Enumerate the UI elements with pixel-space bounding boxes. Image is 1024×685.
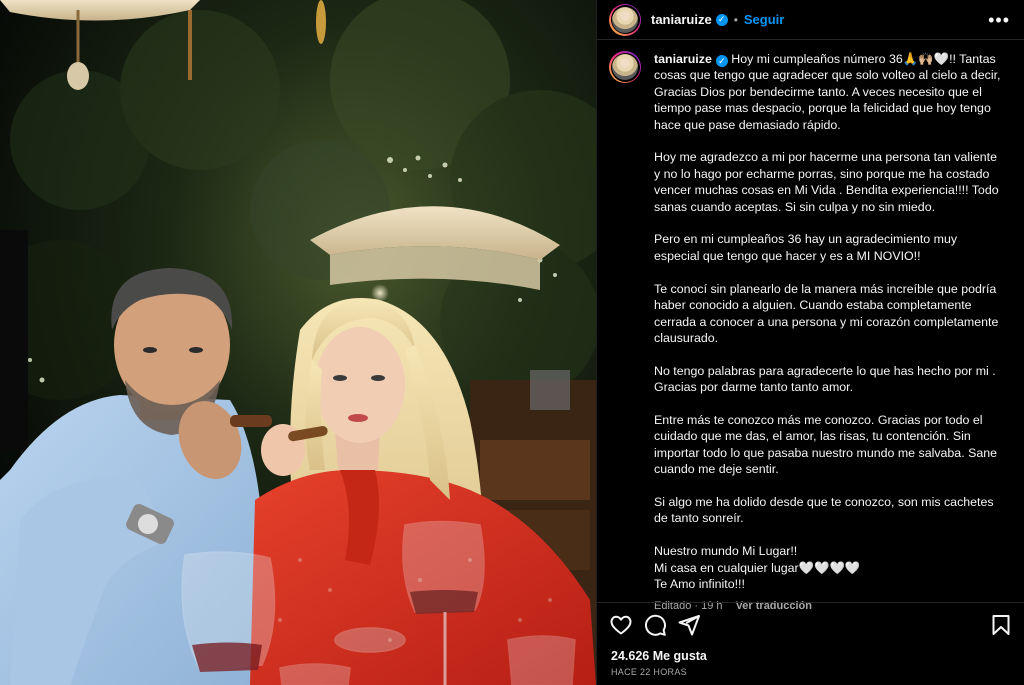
caption-avatar[interactable] [609, 51, 641, 83]
caption-verified-badge-icon: ✓ [715, 55, 728, 68]
caption-content: Hoy mi cumpleaños número 36🙏🙌🏼🤍!! Tantas… [654, 52, 1001, 591]
share-icon[interactable] [677, 613, 701, 637]
post-header: taniaruize ✓ • Seguir ••• [597, 0, 1024, 40]
post-photo[interactable] [0, 0, 596, 685]
header-username[interactable]: taniaruize [651, 12, 712, 27]
caption-avatar-ring [610, 52, 640, 82]
post-side-panel: taniaruize ✓ • Seguir ••• taniaruize ✓ Ho… [596, 0, 1024, 685]
caption-avatar-image [612, 54, 638, 80]
likes-count[interactable]: 24.626 Me gusta [611, 649, 707, 663]
avatar-ring [610, 5, 640, 34]
comment-icon[interactable] [643, 613, 667, 637]
post-timestamp: HACE 22 HORAS [611, 667, 687, 677]
bookmark-icon[interactable] [989, 613, 1013, 637]
photo-illustration [0, 0, 596, 685]
verified-badge-icon: ✓ [715, 13, 728, 26]
caption-text: taniaruize ✓ Hoy mi cumpleaños número 36🙏… [654, 51, 1004, 592]
caption-body: taniaruize ✓ Hoy mi cumpleaños número 36🙏… [654, 51, 1004, 612]
more-options-icon[interactable]: ••• [988, 11, 1010, 29]
avatar[interactable] [609, 3, 641, 36]
separator-dot: • [733, 12, 738, 27]
follow-button[interactable]: Seguir [744, 12, 784, 27]
action-bar [597, 602, 1024, 646]
heart-icon[interactable] [609, 613, 633, 637]
caption-username[interactable]: taniaruize [654, 52, 712, 66]
avatar-image [612, 6, 638, 33]
caption-section: taniaruize ✓ Hoy mi cumpleaños número 36🙏… [597, 41, 1024, 612]
